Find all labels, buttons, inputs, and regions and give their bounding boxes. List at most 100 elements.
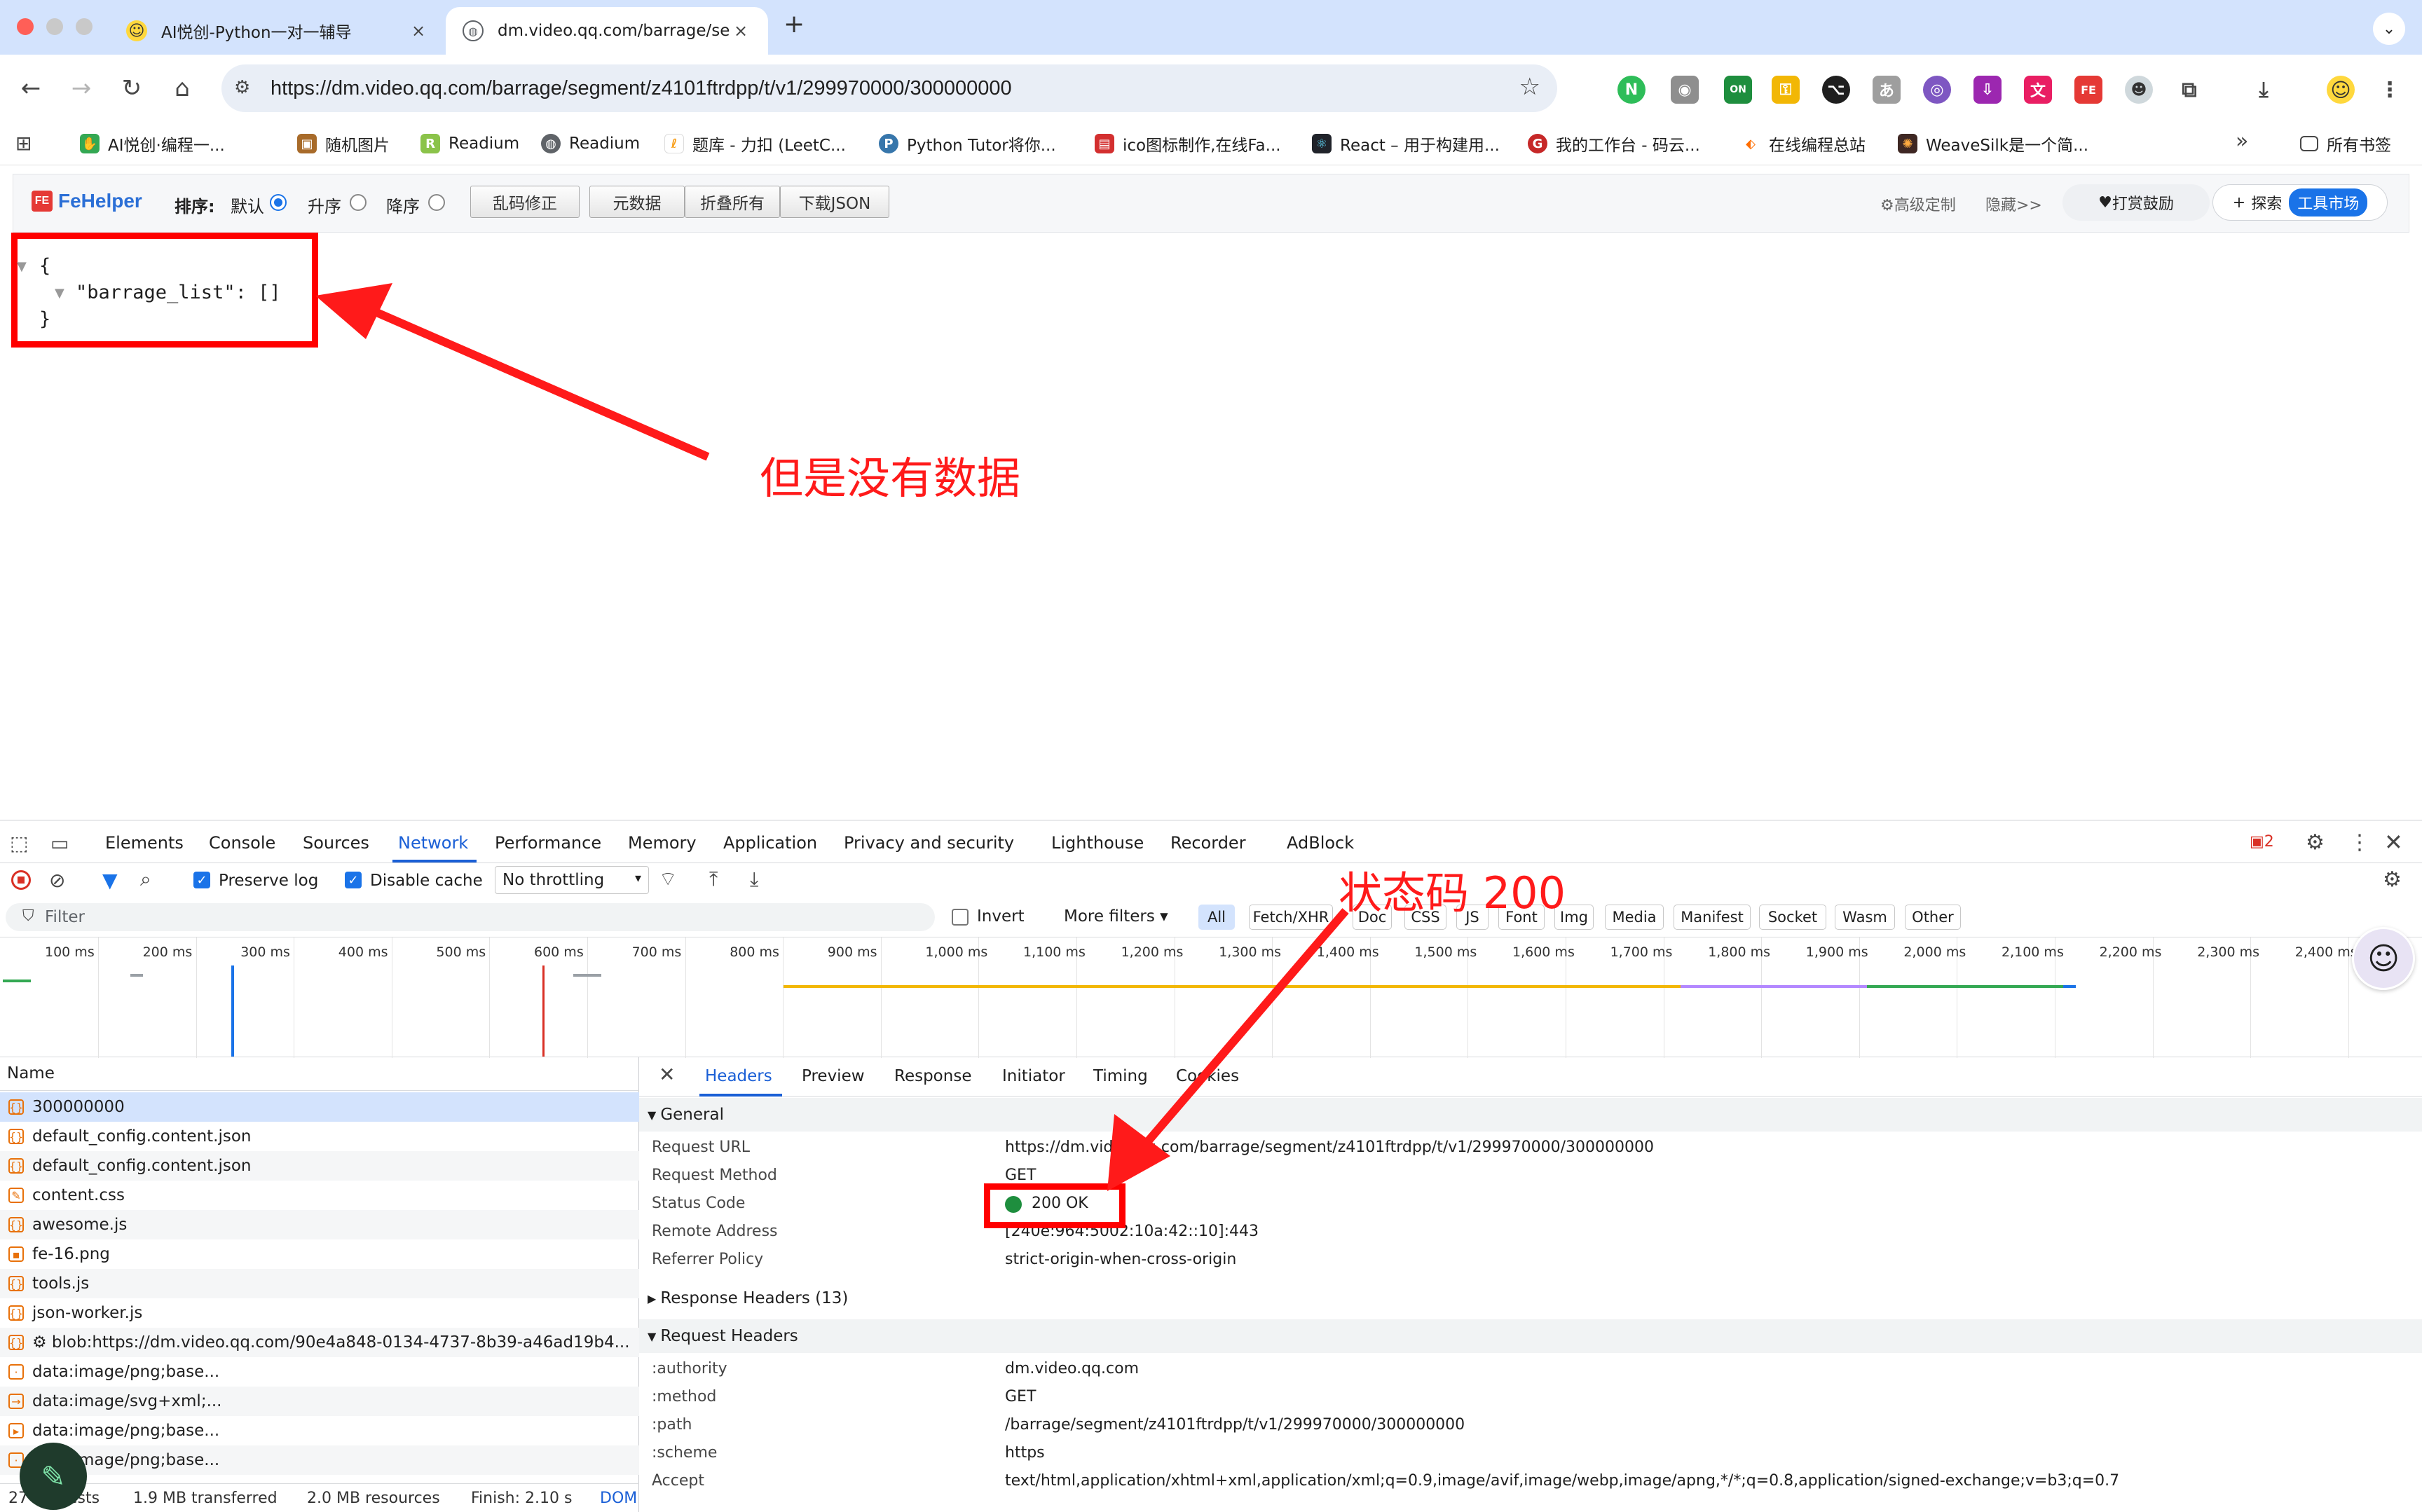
detail-tab-initiator[interactable]: Initiator [1002, 1067, 1065, 1085]
name-column-header[interactable]: Name [7, 1064, 55, 1083]
chromium-extension-icon[interactable]: ◎ [1923, 76, 1951, 104]
extensions-puzzle-icon[interactable]: ⧉ [2175, 76, 2203, 104]
address-bar[interactable]: ⚙ https://dm.video.qq.com/barrage/segmen… [221, 64, 1557, 112]
error-count-badge[interactable]: ▣2 [2250, 833, 2274, 851]
import-har-icon[interactable]: ⤒ [709, 867, 718, 891]
invert-checkbox[interactable] [952, 909, 969, 926]
translate-extension-icon[interactable]: あ [1873, 76, 1901, 104]
devtools-tab-network[interactable]: Network [398, 833, 468, 853]
general-section-header[interactable]: ▼ General [639, 1098, 2422, 1132]
detail-tab-preview[interactable]: Preview [802, 1067, 865, 1085]
network-settings-gear-icon[interactable]: ⚙ [2383, 867, 2402, 892]
detail-tab-headers[interactable]: Headers [705, 1067, 772, 1085]
close-detail-icon[interactable]: ✕ [659, 1063, 675, 1086]
edit-pencil-fab[interactable]: ✎ [20, 1443, 87, 1510]
bookmark-item[interactable]: ⬖ 在线编程总站 [1741, 130, 1866, 157]
maximize-window-button[interactable] [76, 18, 93, 35]
devtools-tab-privacy[interactable]: Privacy and security [844, 833, 1014, 853]
devtools-tab-lighthouse[interactable]: Lighthouse [1051, 833, 1144, 853]
download-json-button[interactable]: 下载JSON [780, 186, 889, 218]
hide-link[interactable]: 隐藏>> [1985, 193, 2042, 215]
devtools-tab-elements[interactable]: Elements [105, 833, 184, 853]
bookmark-item[interactable]: P Python Tutor将你... [879, 130, 1056, 157]
throttling-select[interactable]: No throttling ▾ [495, 866, 649, 894]
profile-avatar[interactable]: ☺ [2327, 76, 2355, 104]
devtools-tab-memory[interactable]: Memory [628, 833, 697, 853]
metadata-button[interactable]: 元数据 [589, 186, 685, 218]
request-headers-section[interactable]: ▼ Request Headers [639, 1319, 2422, 1353]
all-bookmarks[interactable]: 所有书签 [2300, 130, 2391, 157]
home-icon[interactable]: ⌂ [165, 71, 199, 105]
tab-dm-video[interactable]: ◍ dm.video.qq.com/barrage/se × [446, 7, 768, 55]
bookmark-item[interactable]: ▤ ico图标制作,在线Fa... [1095, 130, 1281, 157]
request-row[interactable]: {} ⚙ blob:https://dm.video.qq.com/90e4a84… [0, 1328, 639, 1357]
devtools-settings-gear-icon[interactable]: ⚙ [2306, 830, 2325, 855]
close-window-button[interactable] [17, 18, 34, 35]
extension-n-icon[interactable]: N [1617, 76, 1646, 104]
menu-kebab-icon[interactable]: ⋮ [2376, 76, 2404, 104]
preserve-log-checkbox[interactable]: ✓ [193, 872, 210, 888]
tool-market-badge[interactable]: 工具市场 [2289, 188, 2368, 217]
request-row[interactable]: · data:image/png;base... [0, 1357, 639, 1387]
filter-chip-wasm[interactable]: Wasm [1835, 905, 1895, 930]
downloads-icon[interactable]: ⤓ [2250, 76, 2278, 104]
donate-button[interactable]: ♥ 打赏鼓励 [2062, 184, 2210, 221]
tab-ai-yuechuang[interactable]: ☺ AI悦创-Python一对一辅导 × [109, 7, 446, 55]
bookmark-item[interactable]: G 我的工作台 - 码云... [1528, 130, 1700, 157]
collapse-root-icon[interactable]: ▼ [17, 259, 27, 274]
bookmark-item[interactable]: ▣ 随机图片 [297, 130, 390, 157]
sort-asc-radio[interactable] [350, 194, 367, 211]
record-stop-icon[interactable] [11, 870, 31, 890]
camera-extension-icon[interactable]: ◉ [1671, 76, 1699, 104]
back-arrow-icon[interactable]: ← [14, 71, 48, 105]
inspect-element-icon[interactable]: ⬚ [10, 832, 28, 855]
key-extension-icon[interactable]: ⚿ [1772, 76, 1800, 104]
request-row[interactable]: ▪ fe-16.png [0, 1239, 639, 1269]
request-row[interactable]: {} default_config.content.json [0, 1151, 639, 1181]
avatar-extension-icon[interactable]: ☻ [2125, 76, 2153, 104]
devtools-tab-performance[interactable]: Performance [495, 833, 601, 853]
search-icon[interactable]: ⌕ [140, 867, 151, 891]
detail-tab-response[interactable]: Response [894, 1067, 971, 1085]
close-tab-icon[interactable]: × [730, 21, 751, 41]
bookmark-star-icon[interactable]: ☆ [1519, 73, 1540, 101]
response-headers-section[interactable]: ▶ Response Headers (13) [639, 1281, 2422, 1315]
request-row[interactable]: → data:image/svg+xml;... [0, 1387, 639, 1416]
download-extension-icon[interactable]: ⇩ [1973, 76, 2002, 104]
request-row[interactable]: {} json-worker.js [0, 1298, 639, 1328]
assistant-avatar[interactable]: ☺ [2352, 927, 2415, 990]
devtools-tab-console[interactable]: Console [209, 833, 275, 853]
close-tab-icon[interactable]: × [408, 21, 429, 41]
disable-cache-checkbox[interactable]: ✓ [345, 872, 362, 888]
filter-chip-media[interactable]: Media [1605, 905, 1664, 930]
devtools-more-icon[interactable]: ⋮ [2349, 830, 2370, 855]
request-row[interactable]: {} tools.js [0, 1269, 639, 1298]
bookmark-item[interactable]: ⚛ React – 用于构建用... [1312, 130, 1500, 157]
bookmark-item[interactable]: ◍ Readium [541, 130, 640, 157]
tab-search-chevron-icon[interactable]: ⌄ [2373, 13, 2405, 45]
clear-log-icon[interactable]: ⊘ [49, 869, 65, 892]
filter-funnel-icon[interactable]: ▼ [102, 869, 118, 892]
request-row[interactable]: {} 300000000 [0, 1092, 639, 1122]
apps-grid-icon[interactable]: ⊞ [15, 132, 32, 155]
bookmark-item[interactable]: ℓ 题库 - 力扣 (LeetC... [664, 130, 846, 157]
request-row[interactable]: ✎ content.css [0, 1181, 639, 1210]
request-row[interactable]: {} default_config.content.json [0, 1122, 639, 1151]
filter-chip-other[interactable]: Other [1905, 905, 1961, 930]
sort-default-radio[interactable] [270, 194, 287, 211]
devtools-tab-recorder[interactable]: Recorder [1170, 833, 1246, 853]
devtools-close-icon[interactable]: ✕ [2384, 829, 2403, 855]
fold-all-button[interactable]: 折叠所有 [685, 186, 780, 218]
bookmark-item[interactable]: ✋ AI悦创·编程一... [80, 130, 225, 157]
network-conditions-icon[interactable]: ⌔ [659, 867, 677, 892]
devtools-tab-adblock[interactable]: AdBlock [1287, 833, 1354, 853]
sort-desc-radio[interactable] [428, 194, 445, 211]
advanced-settings-link[interactable]: ⚙高级定制 [1880, 193, 1956, 215]
forward-arrow-icon[interactable]: → [64, 71, 98, 105]
bookmark-item[interactable]: R Readium [420, 130, 519, 157]
minimize-window-button[interactable] [46, 18, 63, 35]
on-extension-icon[interactable]: ON [1724, 76, 1752, 104]
bookmark-item[interactable]: ✺ WeaveSilk是一个简... [1898, 130, 2088, 157]
devtools-tab-application[interactable]: Application [723, 833, 817, 853]
more-bookmarks-chevron[interactable]: » [2236, 129, 2248, 153]
